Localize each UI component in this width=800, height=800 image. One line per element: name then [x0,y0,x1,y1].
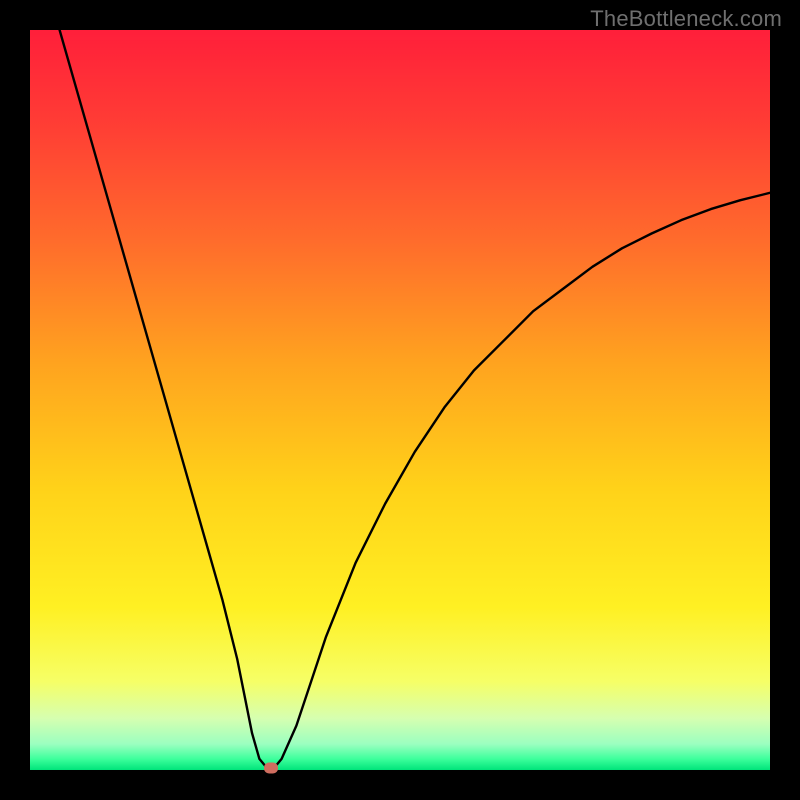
bottleneck-curve [30,30,770,770]
optimal-marker [264,762,278,773]
attribution-label: TheBottleneck.com [590,6,782,32]
plot-area [30,30,770,770]
chart-frame: TheBottleneck.com [0,0,800,800]
